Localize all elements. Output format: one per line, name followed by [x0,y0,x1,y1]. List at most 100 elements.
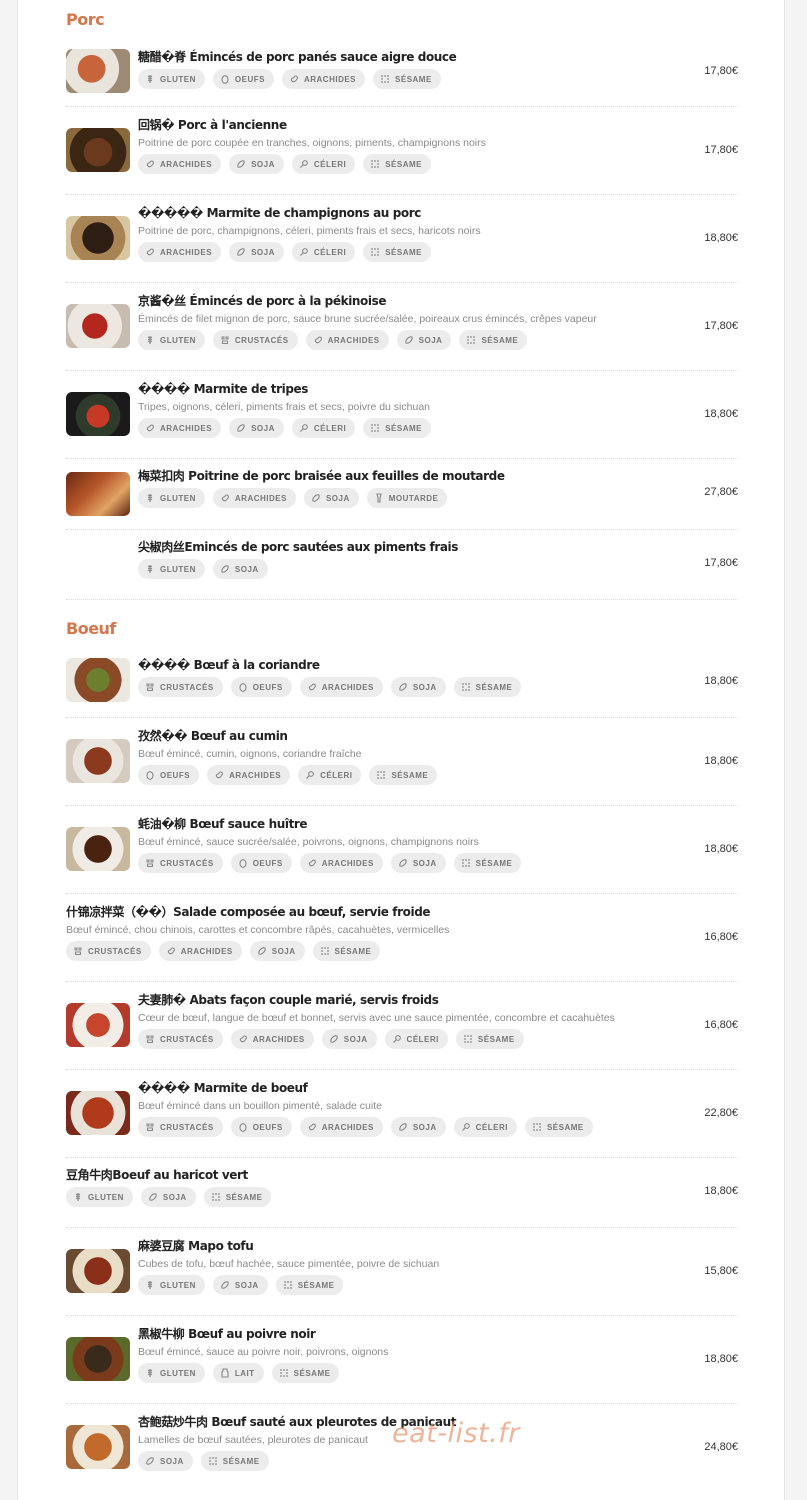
allergen-tag-celeri: CÉLERI [291,242,356,262]
allergen-tag-gluten: GLUTEN [138,1363,205,1383]
allergen-tag-celeri: CÉLERI [291,418,356,438]
allergen-tag-sesame: SÉSAME [459,330,528,350]
dish-photo [66,128,130,172]
allergen-label: OEUFS [252,1122,283,1132]
allergen-tag-moutarde: MOUTARDE [366,488,448,508]
allergen-label: SOJA [251,159,275,169]
dish-photo [66,1091,130,1135]
allergen-label: ARACHIDES [234,493,287,503]
dish-name: 京酱�丝 Émincés de porc à la pékinoise [138,294,387,308]
dish-photo [66,1249,130,1293]
celery-icon [461,1122,471,1132]
section-title-boeuf: Boeuf [66,619,116,638]
allergen-label: SÉSAME [225,1192,263,1202]
soy-icon [398,1122,408,1132]
allergen-tag-crustaces: CRUSTACÉS [138,1117,223,1137]
crustacean-icon [220,335,230,345]
sesame-icon [466,335,476,345]
menu-item-content: 黑椒牛柳 Bœuf au poivre noir Bœuf émincé, sau… [138,1326,654,1383]
dish-photo [66,304,130,348]
allergen-label: SÉSAME [477,1034,515,1044]
wheat-icon [145,1368,155,1378]
allergen-tag-crustaces: CRUSTACÉS [212,330,298,350]
dish-price: 17,80€ [704,144,738,156]
allergen-label: SOJA [160,1456,184,1466]
allergen-tag-soja: SOJA [229,242,284,262]
allergen-label: SOJA [412,1122,437,1132]
peanut-icon [166,946,176,956]
egg-icon [145,770,155,780]
allergen-tag-arachides: ARACHIDES [299,1117,383,1137]
menu-item: 黑椒牛柳 Bœuf au poivre noir Bœuf émincé, sau… [66,1316,738,1404]
menu-item-content: 糖醋�脊 Émincés de porc panés sauce aigre d… [138,49,654,89]
soy-icon [311,493,321,503]
crustacean-icon [145,1122,155,1132]
dish-price: 15,80€ [704,1265,738,1277]
allergen-tag-oeufs: OEUFS [230,853,292,873]
allergen-tag-arachides: ARACHIDES [281,69,366,89]
peanut-icon [220,493,230,503]
allergen-tag-oeufs: OEUFS [138,765,200,785]
soy-icon [329,1034,339,1044]
allergen-label: SOJA [234,1280,259,1290]
allergen-tag-arachides: ARACHIDES [299,853,383,873]
allergen-label: CRUSTACÉS [88,946,142,956]
soy-icon [257,946,267,956]
allergen-label: ARACHIDES [321,858,374,868]
menu-item-content: ���� Bœuf à la coriandre CRUSTACÉS OEUFS AR… [138,657,654,697]
dish-description: Bœuf émincé, chou chinois, carottes et c… [66,924,450,936]
allergen-list: SOJA SÉSAME [138,1451,654,1471]
milk-icon [220,1368,230,1378]
allergen-list: ARACHIDES SOJA CÉLERI SÉSAME [138,154,654,174]
dish-photo [66,1003,130,1047]
allergen-label: SÉSAME [385,247,422,257]
allergen-tag-soja: SOJA [138,1451,193,1471]
allergen-tag-sesame: SÉSAME [363,154,431,174]
dish-price: 17,80€ [704,320,738,332]
allergen-list: GLUTEN SOJA SÉSAME [138,1275,654,1295]
allergen-tag-sesame: SÉSAME [312,941,381,961]
dish-price: 27,80€ [704,486,738,498]
watermark: eat-list.fr [392,1418,520,1449]
dish-description: Bœuf émincé, sauce au poivre noir, poivr… [138,1346,389,1358]
allergen-tag-celeri: CÉLERI [298,765,362,785]
dish-photo [66,1337,130,1381]
menu-item-content: 麻婆豆腐 Mapo tofu Cubes de tofu, bœuf hachée… [138,1238,654,1295]
allergen-label: SOJA [412,682,437,692]
menu-item: ���� Bœuf à la coriandre CRUSTACÉS OEUFS AR… [66,648,738,718]
allergen-label: SOJA [251,423,275,433]
dish-photo [66,1425,130,1469]
crustacean-icon [73,946,83,956]
allergen-tag-sesame: SÉSAME [524,1117,593,1137]
dish-photo [66,739,130,783]
dish-price: 18,80€ [704,408,738,420]
allergen-label: MOUTARDE [388,493,439,503]
menu-item-content: 尖椒肉丝Emincés de porc sautées aux piments … [138,539,654,579]
menu-item-content: 蚝油�柳 Bœuf sauce huître Bœuf émincé, sauce… [138,816,654,873]
dish-price: 18,80€ [704,232,738,244]
allergen-tag-sesame: SÉSAME [203,1187,272,1207]
section-title-porc: Porc [66,10,105,29]
allergen-label: SOJA [412,858,437,868]
menu-item: ���� Marmite de tripes Tripes, oignons, c… [66,371,738,459]
dish-name: 孜然�� Bœuf au cumin [138,729,288,743]
allergen-list: GLUTEN CRUSTACÉS ARACHIDES SOJA SÉSAME [138,330,654,350]
crustacean-icon [145,858,155,868]
allergen-label: SOJA [234,564,259,574]
allergen-tag-arachides: ARACHIDES [138,418,222,438]
menu-item-content: 豆角牛肉Boeuf au haricot vert GLUTEN SOJA SÉSAM… [66,1167,654,1207]
peanut-icon [307,682,317,692]
allergen-label: SÉSAME [334,946,372,956]
dish-description: Bœuf émincé dans un bouillon pimenté, sa… [138,1100,382,1112]
allergen-tag-celeri: CÉLERI [453,1117,517,1137]
allergen-tag-gluten: GLUTEN [138,488,205,508]
menu-item: ����� Marmite de champignons au porc Poit… [66,195,738,283]
menu-item-content: 什锦凉拌菜（��）Salade composée au bœuf, servie… [66,904,654,961]
allergen-tag-crustaces: CRUSTACÉS [138,677,223,697]
dish-price: 17,80€ [704,65,738,77]
soy-icon [404,335,414,345]
allergen-label: CRUSTACÉS [234,335,289,345]
allergen-list: GLUTEN OEUFS ARACHIDES SÉSAME [138,69,654,89]
dish-name: ���� Marmite de boeuf [138,1081,308,1095]
allergen-label: CRUSTACÉS [160,1122,214,1132]
